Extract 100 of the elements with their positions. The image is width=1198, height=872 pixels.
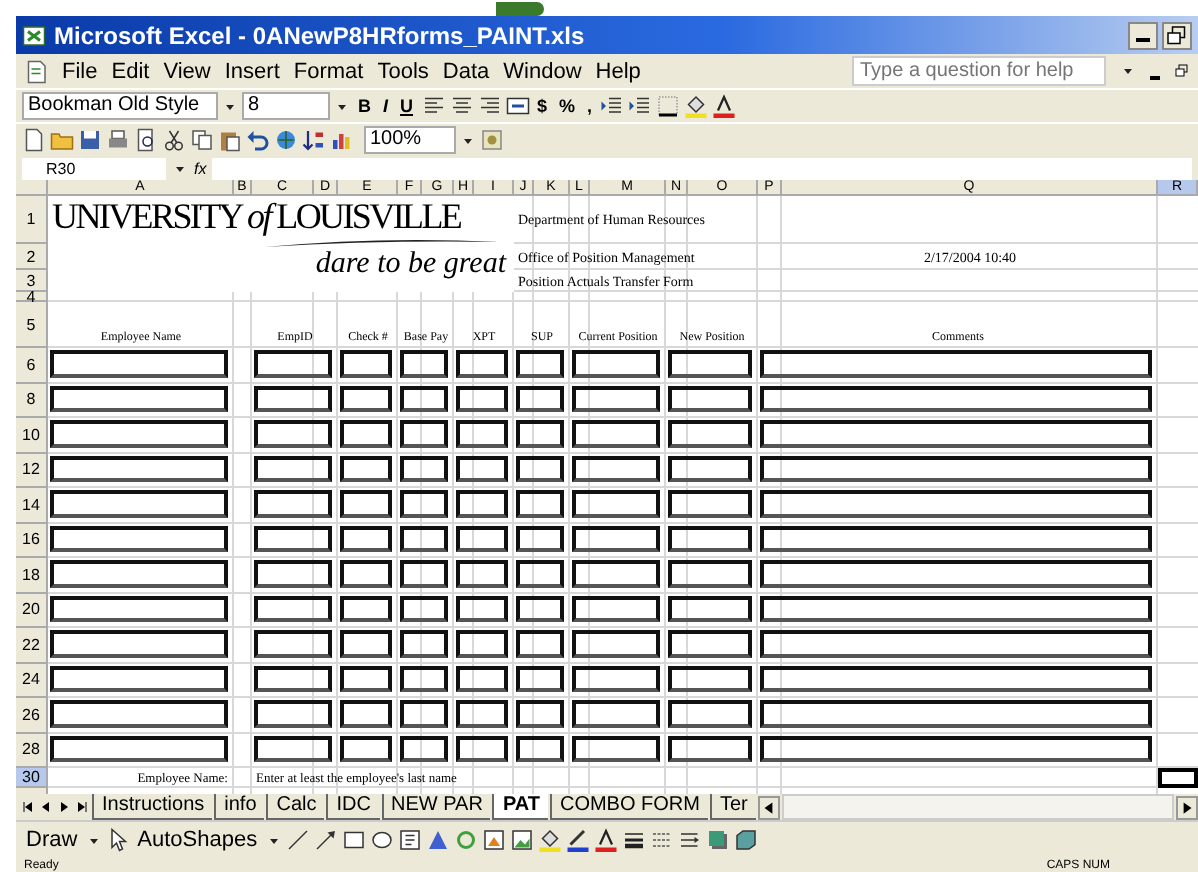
input-field[interactable] bbox=[760, 455, 1152, 482]
input-field[interactable] bbox=[760, 560, 1152, 587]
input-field[interactable] bbox=[456, 595, 508, 622]
restore-button[interactable] bbox=[1162, 21, 1192, 49]
horizontal-scrollbar[interactable] bbox=[781, 794, 1174, 820]
sheet-tab[interactable]: Instructions bbox=[92, 794, 213, 820]
sort-icon[interactable] bbox=[302, 128, 326, 152]
line-style-icon[interactable] bbox=[621, 828, 646, 852]
input-field[interactable] bbox=[516, 420, 564, 447]
input-field[interactable] bbox=[400, 350, 448, 377]
input-field[interactable] bbox=[50, 455, 228, 482]
input-field[interactable] bbox=[456, 560, 508, 587]
input-field[interactable] bbox=[50, 560, 228, 587]
input-field[interactable] bbox=[340, 595, 392, 622]
input-field[interactable] bbox=[50, 490, 228, 517]
input-field[interactable] bbox=[456, 735, 508, 762]
last-sheet-icon[interactable] bbox=[74, 798, 90, 816]
oval-icon[interactable] bbox=[369, 828, 394, 852]
picture-icon[interactable] bbox=[509, 828, 534, 852]
input-field[interactable] bbox=[516, 455, 564, 482]
sheet-tab[interactable]: Ter bbox=[709, 794, 756, 820]
align-center-icon[interactable] bbox=[449, 94, 474, 118]
input-field[interactable] bbox=[400, 735, 448, 762]
formula-field[interactable] bbox=[212, 157, 1192, 179]
input-field[interactable] bbox=[50, 735, 228, 762]
input-field[interactable] bbox=[456, 700, 508, 727]
input-field[interactable] bbox=[668, 665, 752, 692]
number-format-button[interactable]: , bbox=[583, 93, 597, 119]
input-field[interactable] bbox=[50, 385, 228, 412]
sheet-tab[interactable]: PAT bbox=[492, 794, 548, 820]
style-button[interactable]: B bbox=[354, 93, 375, 119]
row-header[interactable]: 20 bbox=[16, 593, 48, 628]
input-field[interactable] bbox=[50, 665, 228, 692]
minimize-button[interactable] bbox=[1128, 21, 1158, 49]
print-preview-icon[interactable] bbox=[134, 128, 158, 152]
input-field[interactable] bbox=[516, 350, 564, 377]
menu-item[interactable]: File bbox=[62, 59, 98, 83]
input-field[interactable] bbox=[254, 595, 332, 622]
input-field[interactable] bbox=[254, 350, 332, 377]
font-dropdown[interactable]: Bookman Old Style bbox=[22, 92, 218, 120]
cut-icon[interactable] bbox=[162, 128, 186, 152]
style-button[interactable]: U bbox=[396, 93, 418, 119]
input-field[interactable] bbox=[400, 490, 448, 517]
menu-item[interactable]: Insert bbox=[224, 59, 280, 83]
input-field[interactable] bbox=[572, 490, 660, 517]
zoom-dropdown[interactable]: 100% bbox=[364, 126, 456, 154]
input-field[interactable] bbox=[400, 385, 448, 412]
rectangle-icon[interactable] bbox=[341, 828, 366, 852]
input-field[interactable] bbox=[340, 630, 392, 657]
input-field[interactable] bbox=[400, 665, 448, 692]
scroll-right-button[interactable] bbox=[1176, 795, 1198, 819]
input-field[interactable] bbox=[668, 385, 752, 412]
input-field[interactable] bbox=[668, 595, 752, 622]
line-icon[interactable] bbox=[285, 828, 310, 852]
input-field[interactable] bbox=[668, 455, 752, 482]
input-field[interactable] bbox=[572, 385, 660, 412]
document-icon[interactable] bbox=[24, 59, 48, 83]
input-field[interactable] bbox=[50, 420, 228, 447]
input-field[interactable] bbox=[254, 455, 332, 482]
restore-icon[interactable] bbox=[1174, 62, 1190, 80]
menu-item[interactable]: Data bbox=[442, 59, 490, 83]
input-field[interactable] bbox=[516, 630, 564, 657]
menu-item[interactable]: Window bbox=[503, 59, 582, 83]
row-header[interactable]: 8 bbox=[16, 383, 48, 418]
align-right-icon[interactable] bbox=[477, 94, 502, 118]
input-field[interactable] bbox=[400, 630, 448, 657]
input-field[interactable] bbox=[516, 595, 564, 622]
input-field[interactable] bbox=[516, 735, 564, 762]
input-field[interactable] bbox=[516, 490, 564, 517]
fill-color-icon[interactable] bbox=[537, 828, 562, 852]
input-field[interactable] bbox=[760, 665, 1152, 692]
font-color-icon[interactable] bbox=[712, 94, 737, 118]
draw-menu-button[interactable]: Draw bbox=[22, 827, 82, 853]
input-field[interactable] bbox=[572, 700, 660, 727]
input-field[interactable] bbox=[572, 595, 660, 622]
menu-item[interactable]: Help bbox=[595, 59, 641, 83]
row-header[interactable]: 24 bbox=[16, 663, 48, 698]
input-field[interactable] bbox=[668, 420, 752, 447]
input-field[interactable] bbox=[400, 560, 448, 587]
input-field[interactable] bbox=[516, 560, 564, 587]
font-size-dropdown[interactable]: 8 bbox=[242, 92, 330, 120]
number-format-button[interactable]: % bbox=[555, 93, 580, 119]
input-field[interactable] bbox=[668, 525, 752, 552]
input-field[interactable] bbox=[456, 420, 508, 447]
input-field[interactable] bbox=[668, 630, 752, 657]
input-field[interactable] bbox=[668, 735, 752, 762]
autoshapes-menu-button[interactable]: AutoShapes bbox=[133, 827, 262, 853]
merge-cells-icon[interactable] bbox=[505, 94, 530, 118]
previous-sheet-icon[interactable] bbox=[38, 798, 54, 816]
input-field[interactable] bbox=[572, 630, 660, 657]
next-sheet-icon[interactable] bbox=[56, 798, 72, 816]
arrow-style-icon[interactable] bbox=[677, 828, 702, 852]
indent-icon[interactable] bbox=[600, 94, 625, 118]
first-sheet-icon[interactable] bbox=[20, 798, 36, 816]
input-field[interactable] bbox=[760, 350, 1152, 377]
fill-color-icon[interactable] bbox=[684, 94, 709, 118]
function-button[interactable]: fx bbox=[194, 159, 207, 177]
print-icon[interactable] bbox=[106, 128, 130, 152]
input-field[interactable] bbox=[340, 490, 392, 517]
input-field[interactable] bbox=[50, 700, 228, 727]
